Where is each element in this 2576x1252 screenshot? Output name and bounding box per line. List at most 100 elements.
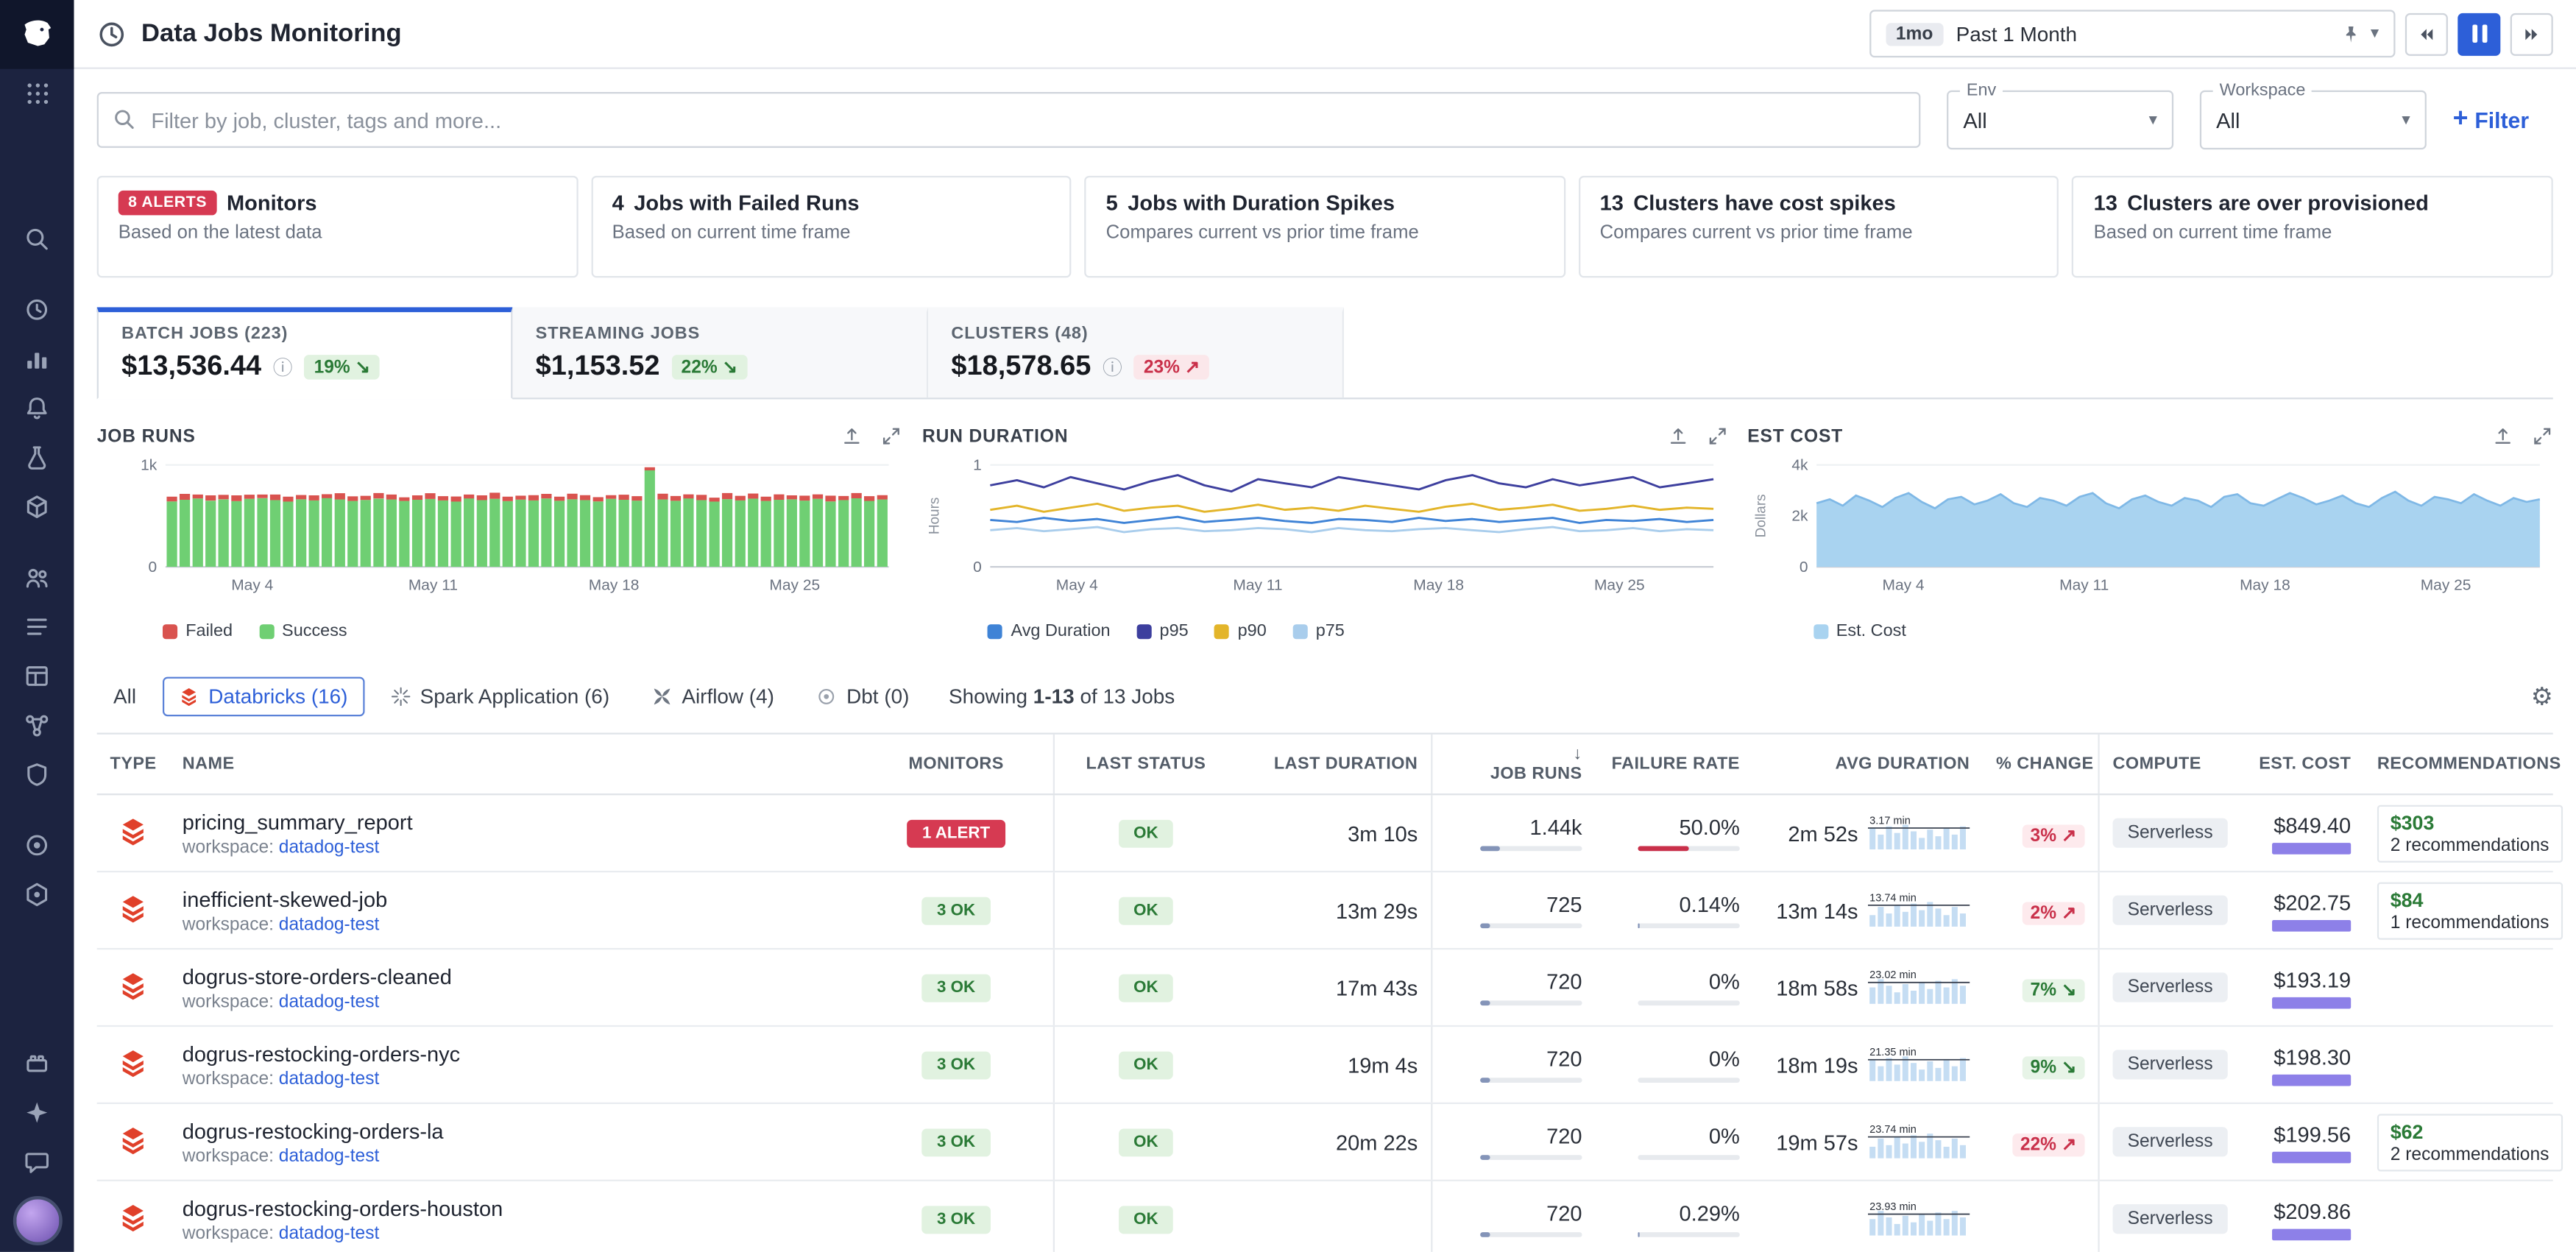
column-header-compute[interactable]: COMPUTE bbox=[2098, 735, 2246, 793]
logs-list-icon[interactable] bbox=[0, 601, 74, 651]
fullscreen-icon[interactable] bbox=[1706, 425, 1727, 447]
alert-card-clusters-are-over-provisioned[interactable]: 13Clusters are over provisionedBased on … bbox=[2073, 176, 2553, 277]
column-header-failure-rate[interactable]: FAILURE RATE bbox=[1595, 744, 1752, 784]
apm-network-icon[interactable] bbox=[0, 700, 74, 749]
table-row[interactable]: dogrus-store-orders-cleanedworkspace: da… bbox=[97, 949, 2553, 1027]
monitors-badge[interactable]: 3 OK bbox=[922, 1052, 990, 1080]
export-icon[interactable] bbox=[842, 425, 863, 447]
add-filter-button[interactable]: + Filter bbox=[2453, 107, 2529, 133]
filter-chip-databricks-16[interactable]: Databricks (16) bbox=[163, 677, 364, 717]
column-header-change[interactable]: % CHANGE bbox=[1983, 744, 2098, 784]
info-icon[interactable]: ⓘ bbox=[1103, 353, 1122, 381]
sparkle-assistant-icon[interactable] bbox=[0, 1088, 74, 1137]
column-header-est-cost[interactable]: EST. COST bbox=[2246, 744, 2364, 784]
ci-hexagon-icon[interactable] bbox=[0, 869, 74, 919]
job-name-link[interactable]: dogrus-store-orders-cleaned bbox=[183, 963, 846, 988]
table-row[interactable]: dogrus-restocking-orders-houstonworkspac… bbox=[97, 1181, 2553, 1252]
job-name-link[interactable]: dogrus-restocking-orders-nyc bbox=[183, 1041, 846, 1065]
legend-item[interactable]: Failed bbox=[163, 621, 233, 641]
org-people-icon[interactable] bbox=[0, 552, 74, 601]
monitors-badge[interactable]: 3 OK bbox=[922, 897, 990, 925]
env-select[interactable]: Env All ▾ bbox=[1947, 91, 2173, 149]
workspace-link[interactable]: datadog-test bbox=[279, 1223, 380, 1243]
status-badge: OK bbox=[1119, 974, 1173, 1002]
recommendation-card[interactable]: $622 recommendations bbox=[2377, 1113, 2562, 1170]
column-header-last-duration[interactable]: LAST DURATION bbox=[1237, 744, 1431, 784]
legend-item[interactable]: Est. Cost bbox=[1814, 621, 1906, 641]
legend-item[interactable]: Success bbox=[259, 621, 347, 641]
monitors-badge[interactable]: 1 ALERT bbox=[907, 820, 1005, 848]
column-header-monitors[interactable]: MONITORS bbox=[859, 744, 1052, 784]
workspace-link[interactable]: datadog-test bbox=[279, 991, 380, 1011]
fullscreen-icon[interactable] bbox=[2532, 425, 2553, 447]
filter-chip-airflow-4[interactable]: Airflow (4) bbox=[636, 677, 790, 717]
table-row[interactable]: pricing_summary_reportworkspace: datadog… bbox=[97, 795, 2553, 872]
infrastructure-cube-icon[interactable] bbox=[0, 481, 74, 531]
history-icon[interactable] bbox=[0, 284, 74, 333]
job-name-link[interactable]: dogrus-restocking-orders-la bbox=[183, 1118, 846, 1142]
tab-clusters-48[interactable]: CLUSTERS (48)$18,578.65ⓘ23% ↗ bbox=[928, 307, 1344, 397]
search-input[interactable] bbox=[97, 92, 1921, 148]
job-name-link[interactable]: inefficient-skewed-job bbox=[183, 886, 846, 910]
lego-brick-icon[interactable] bbox=[0, 1039, 74, 1088]
table-row[interactable]: inefficient-skewed-jobworkspace: datadog… bbox=[97, 872, 2553, 949]
legend-item[interactable]: Avg Duration bbox=[988, 621, 1110, 641]
table-row[interactable]: dogrus-restocking-orders-nycworkspace: d… bbox=[97, 1027, 2553, 1104]
metrics-icon[interactable] bbox=[0, 333, 74, 383]
cell-monitors: 3 OK bbox=[859, 896, 1052, 925]
alert-card-clusters-have-cost-spikes[interactable]: 13Clusters have cost spikesCompares curr… bbox=[1579, 176, 2059, 277]
workspace-link[interactable]: datadog-test bbox=[279, 1146, 380, 1166]
dashboards-window-icon[interactable] bbox=[0, 651, 74, 700]
integrations-flask-icon[interactable] bbox=[0, 432, 74, 481]
workspace-link[interactable]: datadog-test bbox=[279, 914, 380, 934]
cell-est-cost: $198.30 bbox=[2246, 1044, 2364, 1086]
search-icon[interactable] bbox=[0, 213, 74, 263]
rewind-button[interactable] bbox=[2405, 13, 2448, 55]
alert-card-jobs-with-duration-spikes[interactable]: 5Jobs with Duration SpikesCompares curre… bbox=[1085, 176, 1565, 277]
tab-streaming-jobs[interactable]: STREAMING JOBS$1,153.5222% ↘ bbox=[512, 307, 928, 397]
apps-grid-icon[interactable] bbox=[0, 69, 74, 119]
chat-bubble-icon[interactable] bbox=[0, 1137, 74, 1186]
alert-card-jobs-with-failed-runs[interactable]: 4Jobs with Failed RunsBased on current t… bbox=[591, 176, 1072, 277]
filter-chip-all[interactable]: All bbox=[97, 677, 153, 717]
legend-item[interactable]: p90 bbox=[1214, 621, 1266, 641]
monitors-badge[interactable]: 3 OK bbox=[922, 975, 990, 1002]
fast-forward-button[interactable] bbox=[2510, 13, 2553, 55]
workspace-select[interactable]: Workspace All ▾ bbox=[2200, 91, 2427, 149]
user-avatar[interactable] bbox=[13, 1196, 62, 1245]
fullscreen-icon[interactable] bbox=[881, 425, 902, 447]
synthetics-target-icon[interactable] bbox=[0, 820, 74, 869]
pin-icon[interactable] bbox=[2341, 24, 2361, 43]
watchdog-bell-icon[interactable] bbox=[0, 383, 74, 432]
monitors-badge[interactable]: 3 OK bbox=[922, 1128, 990, 1156]
column-header-recommendations[interactable]: RECOMMENDATIONS bbox=[2364, 744, 2553, 784]
table-row[interactable]: dogrus-restocking-orders-laworkspace: da… bbox=[97, 1104, 2553, 1181]
filter-chip-spark-application-6[interactable]: Spark Application (6) bbox=[374, 677, 626, 717]
gear-icon[interactable]: ⚙ bbox=[2531, 682, 2553, 711]
column-header-type[interactable]: TYPE bbox=[97, 744, 169, 784]
recommendation-card[interactable]: $3032 recommendations bbox=[2377, 804, 2562, 862]
alert-card-monitors[interactable]: 8 ALERTSMonitorsBased on the latest data bbox=[97, 176, 578, 277]
info-icon[interactable]: ⓘ bbox=[273, 353, 293, 381]
column-header-avg-duration[interactable]: AVG DURATION bbox=[1753, 744, 1983, 784]
column-header-name[interactable]: NAME bbox=[169, 744, 859, 784]
security-shield-icon[interactable] bbox=[0, 749, 74, 799]
monitors-badge[interactable]: 3 OK bbox=[922, 1206, 990, 1234]
workspace-link[interactable]: datadog-test bbox=[279, 1069, 380, 1089]
filter-chip-dbt-0[interactable]: Dbt (0) bbox=[801, 677, 926, 717]
time-range-picker[interactable]: 1mo Past 1 Month ▾ bbox=[1869, 10, 2395, 57]
workspace-link[interactable]: datadog-test bbox=[279, 837, 380, 857]
column-header-job-runs[interactable]: ↓ JOB RUNS bbox=[1431, 735, 1595, 793]
column-header-last-status[interactable]: LAST STATUS bbox=[1053, 735, 1237, 793]
job-name-link[interactable]: dogrus-restocking-orders-houston bbox=[183, 1195, 846, 1220]
legend-item[interactable]: p95 bbox=[1136, 621, 1188, 641]
tab-batch-jobs-223[interactable]: BATCH JOBS (223)$13,536.44ⓘ19% ↘ bbox=[97, 307, 513, 399]
legend-item[interactable]: p75 bbox=[1292, 621, 1344, 641]
pause-button[interactable] bbox=[2458, 13, 2500, 55]
failure-rate-value: 0% bbox=[1709, 969, 1740, 994]
datadog-logo[interactable] bbox=[0, 0, 74, 69]
job-name-link[interactable]: pricing_summary_report bbox=[183, 809, 846, 833]
export-icon[interactable] bbox=[2492, 425, 2513, 447]
export-icon[interactable] bbox=[1667, 425, 1688, 447]
recommendation-card[interactable]: $841 recommendations bbox=[2377, 882, 2562, 939]
